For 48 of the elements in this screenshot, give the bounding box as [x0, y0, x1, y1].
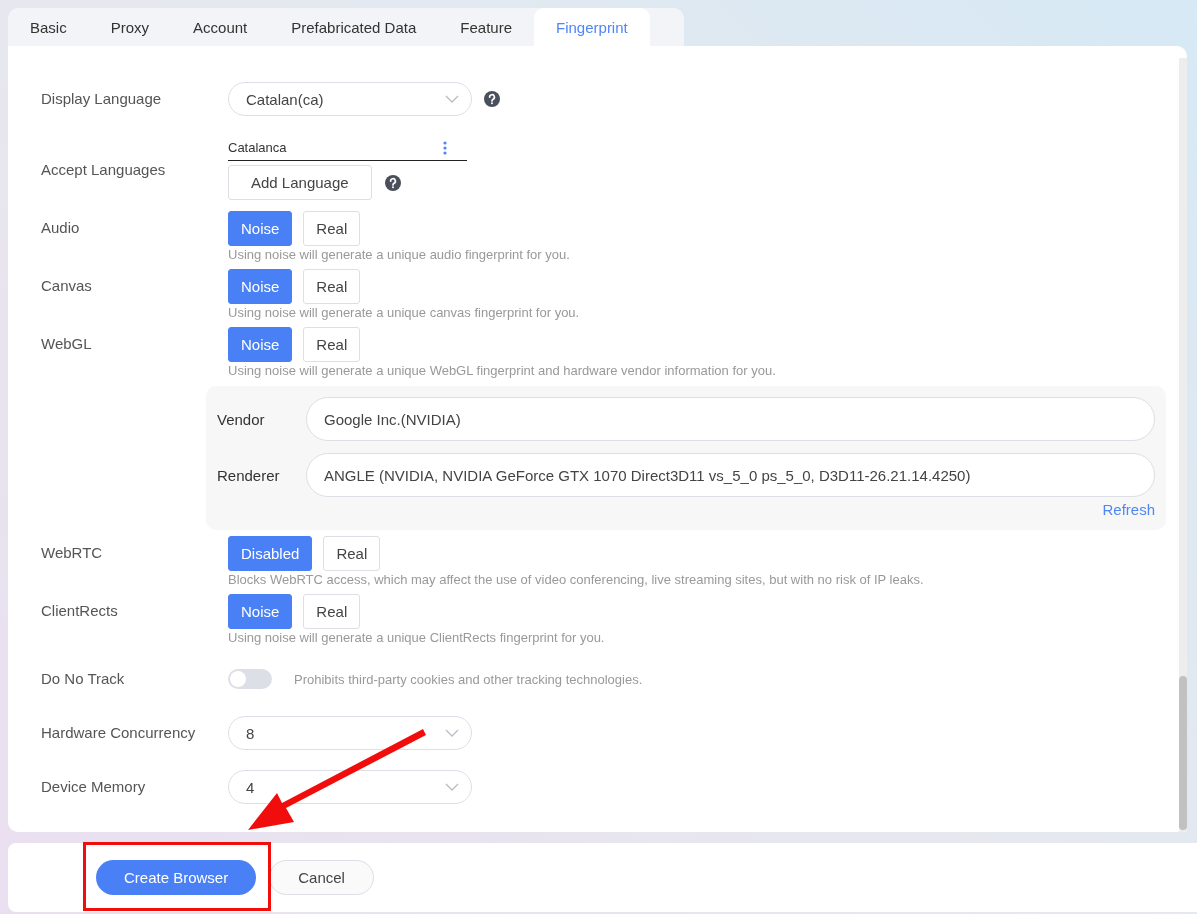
scrollbar-thumb[interactable] [1179, 676, 1187, 830]
field-label: Do No Track [41, 669, 126, 689]
option-button[interactable]: Real [303, 327, 361, 362]
option-button[interactable]: Real [323, 536, 381, 571]
toggle-switch[interactable] [228, 669, 272, 689]
hint-text: Blocks WebRTC access, which may affect the use of video conferencing, live streaming sites, but with no risk of IP leaks. [228, 572, 925, 588]
option-button[interactable]: Real [303, 269, 361, 304]
option-button[interactable]: Disabled [228, 536, 313, 571]
hint-text: Using noise will generate a unique WebGL fingerprint and hardware vendor information for you. [228, 363, 777, 379]
option-button[interactable]: Noise [228, 327, 293, 362]
field-label: Renderer [217, 466, 281, 484]
option-button[interactable]: Real [303, 211, 361, 246]
hint-text: Using noise will generate a unique ClientRects fingerprint for you. [228, 630, 606, 646]
tab[interactable]: Account [171, 8, 270, 46]
tab[interactable]: Proxy [88, 8, 172, 46]
chevron-down-icon [445, 729, 459, 737]
language-entry: Catalanca [228, 140, 287, 155]
field-label: Accept Languages [41, 160, 167, 180]
hint-text: Using noise will generate a unique canvas fingerprint for you. [228, 305, 581, 321]
cancel-button[interactable]: Cancel [269, 860, 374, 895]
option-button[interactable]: Noise [228, 269, 293, 304]
help-icon[interactable] [484, 91, 500, 107]
option-button[interactable]: Noise [228, 211, 293, 246]
tab[interactable]: Basic [8, 8, 89, 46]
kebab-menu-icon[interactable] [443, 140, 447, 155]
create-button[interactable]: Create Browser [96, 860, 257, 895]
text-field[interactable]: Google Inc.(NVIDIA) [306, 397, 1155, 441]
tab[interactable]: Prefabricated Data [269, 8, 439, 46]
help-icon[interactable] [384, 174, 401, 191]
hint-text: Using noise will generate a unique audio fingerprint for you. [228, 247, 571, 263]
field-label: Vendor [217, 410, 266, 428]
option-button[interactable]: Noise [228, 594, 293, 629]
field-label: Display Language [41, 89, 163, 109]
field-label: Device Memory [41, 777, 147, 797]
hint-text: Prohibits third-party cookies and other tracking technologies. [294, 671, 643, 687]
field-label: ClientRects [41, 601, 119, 621]
field-label: Audio [41, 218, 81, 238]
field-label: Canvas [41, 276, 93, 296]
field-label: WebRTC [41, 543, 104, 563]
field-label: WebGL [41, 334, 93, 354]
option-button[interactable]: Real [303, 594, 361, 629]
tab[interactable]: Feature [438, 8, 534, 46]
add-language-button[interactable]: Add Language [228, 165, 372, 200]
chevron-down-icon [445, 95, 459, 103]
chevron-down-icon [445, 783, 459, 791]
field-label: Hardware Concurrency [41, 723, 197, 743]
text-field[interactable]: ANGLE (NVIDIA, NVIDIA GeForce GTX 1070 Direct3D11 vs_5_0 ps_5_0, D3D11-26.21.14.4250) [306, 453, 1155, 497]
tab[interactable]: Fingerprint [534, 8, 650, 46]
